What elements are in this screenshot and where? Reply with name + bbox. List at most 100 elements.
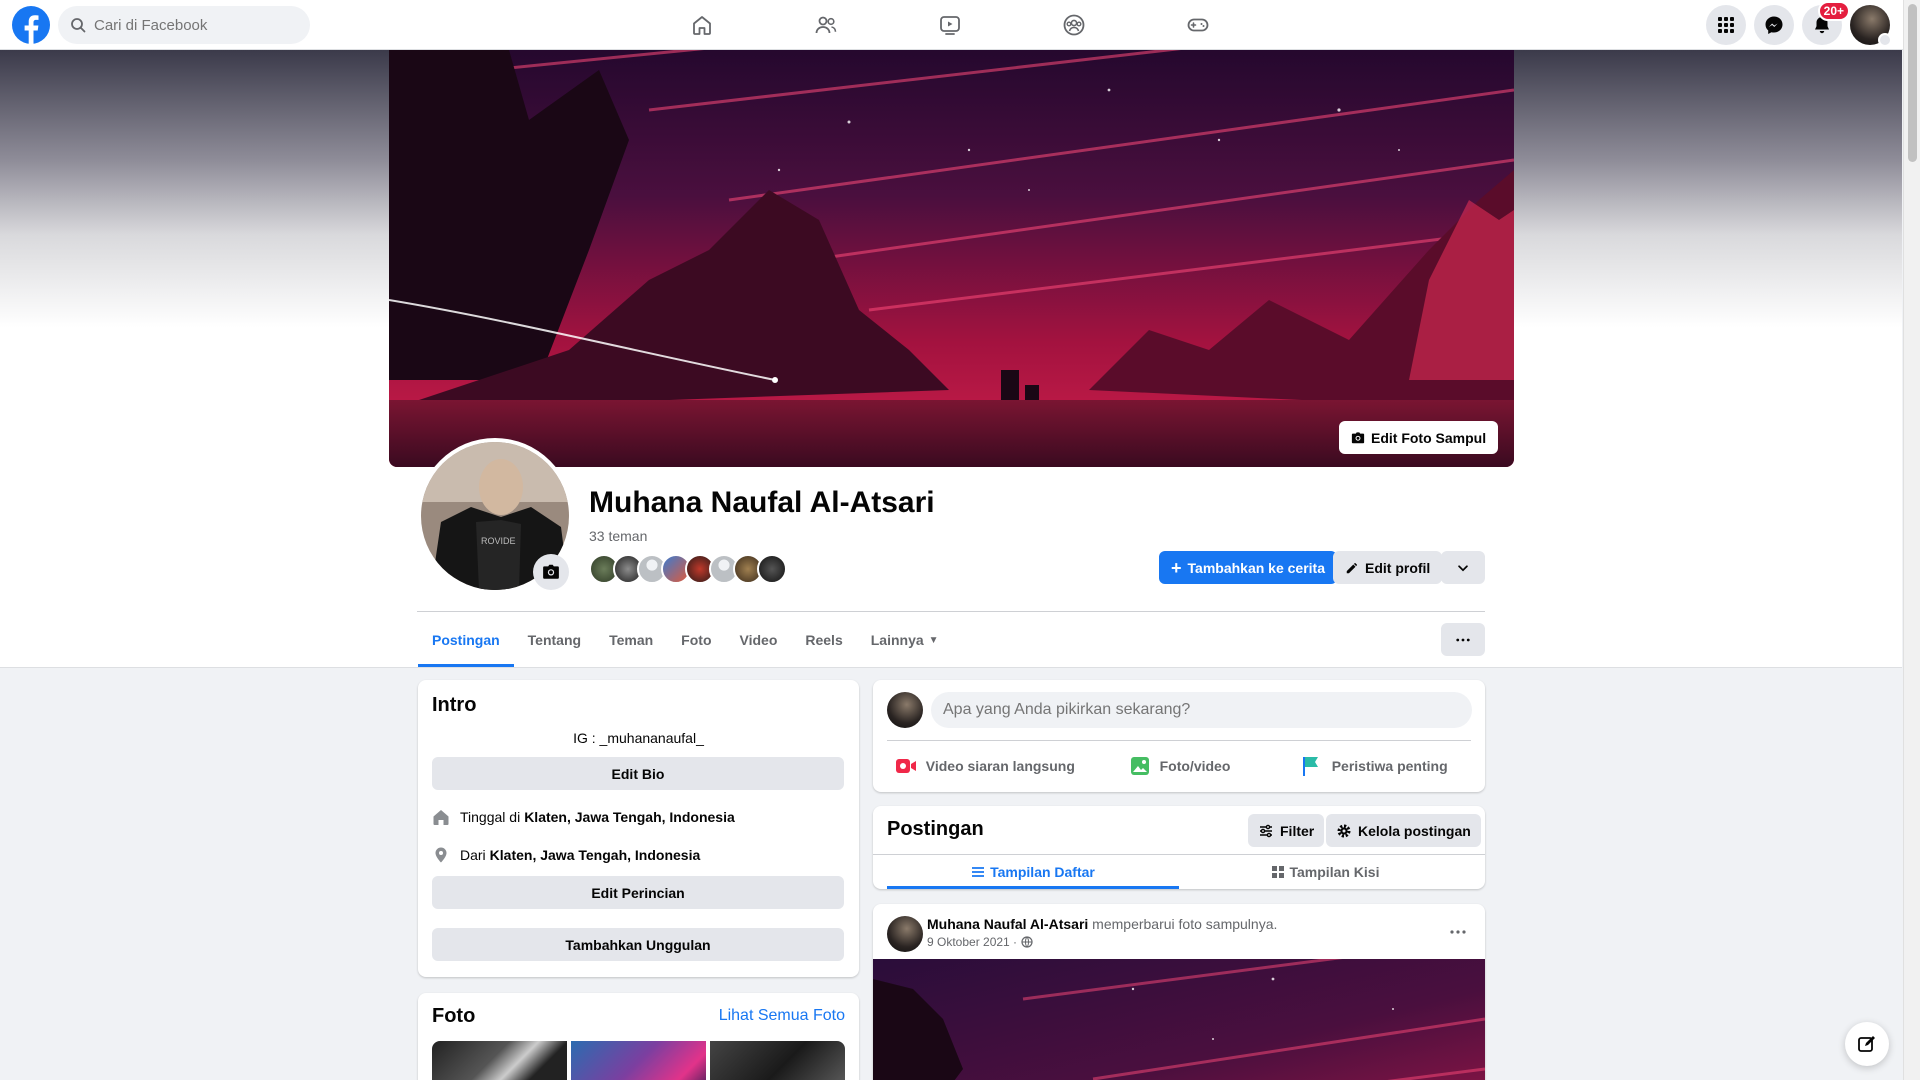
tab-postingan[interactable]: Postingan: [418, 613, 514, 667]
photo-grid: [432, 1041, 845, 1080]
friends-icon: [815, 16, 837, 34]
cover-photo[interactable]: [389, 50, 1514, 467]
live-video-icon: [895, 759, 916, 773]
tab-label: Postingan: [432, 632, 500, 648]
tab-teman[interactable]: Teman: [595, 613, 667, 667]
tab-label: Video: [739, 632, 778, 648]
tab-label: Foto: [681, 632, 712, 648]
messenger-button[interactable]: [1754, 5, 1794, 45]
lives-place-link[interactable]: Klaten, Jawa Tengah, Indonesia: [524, 809, 735, 825]
tab-label: Teman: [609, 632, 654, 648]
post-image[interactable]: [873, 959, 1485, 1080]
intro-card: Intro IG : _muhananaufal_ Edit Bio Tingg…: [418, 680, 859, 977]
photo-video-label: Foto/video: [1159, 758, 1231, 774]
pencil-icon: [1346, 562, 1357, 573]
post-header: Muhana Naufal Al-Atsari memperbarui foto…: [927, 916, 1277, 932]
user-avatar[interactable]: [887, 692, 923, 728]
camera-icon: [1351, 431, 1365, 443]
friend-avatar[interactable]: [757, 554, 787, 584]
filter-label: Filter: [1280, 822, 1315, 839]
grid-view-icon: [1271, 866, 1284, 878]
info-lives-in: Tinggal di Klaten, Jawa Tengah, Indonesi…: [432, 808, 735, 826]
edit-bio-button[interactable]: Edit Bio: [432, 757, 844, 790]
post-composer: Video siaran langsung Foto/video Peristi…: [873, 680, 1485, 792]
compose-icon: [1858, 1036, 1875, 1052]
post-options-button[interactable]: [1443, 920, 1473, 944]
profile-options-button[interactable]: [1441, 551, 1485, 584]
top-navigation-bar: 20+: [0, 0, 1920, 50]
from-place-link[interactable]: Klaten, Jawa Tengah, Indonesia: [490, 847, 701, 863]
tab-foto[interactable]: Foto: [667, 613, 725, 667]
tab-label: Tentang: [527, 632, 582, 648]
update-profile-picture-button[interactable]: [533, 554, 569, 590]
divider: [417, 611, 1485, 612]
search-input[interactable]: [94, 16, 294, 34]
menu-button[interactable]: [1706, 5, 1746, 45]
nav-gaming[interactable]: [1136, 0, 1260, 50]
notifications-button[interactable]: 20+: [1802, 1, 1850, 45]
more-dots-icon: [1456, 638, 1470, 641]
nav-watch[interactable]: [888, 0, 1012, 50]
nav-groups[interactable]: [1012, 0, 1136, 50]
posts-title: Postingan: [887, 818, 984, 840]
tab-lainnya[interactable]: Lainnya ▼: [857, 613, 953, 667]
home-icon: [693, 16, 711, 35]
search-box[interactable]: [58, 6, 310, 44]
add-featured-button[interactable]: Tambahkan Unggulan: [432, 928, 844, 961]
tab-video[interactable]: Video: [726, 613, 792, 667]
new-message-button[interactable]: [1845, 1022, 1889, 1066]
page-scrollbar[interactable]: [1903, 0, 1920, 1080]
search-icon: [71, 18, 86, 33]
nav-home[interactable]: [640, 0, 764, 50]
grid-view-tab[interactable]: Tampilan Kisi: [1179, 855, 1471, 889]
list-icon: [972, 867, 985, 877]
main-nav: [640, 0, 1260, 50]
chevron-down-icon: [1458, 564, 1468, 571]
tab-reels[interactable]: Reels: [791, 613, 856, 667]
edit-details-button[interactable]: Edit Perincian: [432, 876, 844, 909]
grid-menu-icon: [1718, 17, 1734, 33]
photo-thumbnail[interactable]: [710, 1041, 845, 1080]
more-options-button[interactable]: [1441, 623, 1485, 656]
friend-count[interactable]: 33 teman: [589, 528, 647, 544]
post-author-link[interactable]: Muhana Naufal Al-Atsari: [927, 916, 1088, 932]
add-to-story-button[interactable]: + Tambahkan ke cerita: [1159, 551, 1337, 584]
edit-cover-photo-button[interactable]: Edit Foto Sampul: [1339, 421, 1499, 454]
posts-header-card: Postingan Filter Kelola postingan Tampil…: [873, 806, 1485, 889]
see-all-photos-link[interactable]: Lihat Semua Foto: [719, 1007, 845, 1025]
photo-video-button[interactable]: Foto/video: [1082, 746, 1277, 786]
friend-avatar-stack: [589, 554, 787, 584]
view-toggle: Tampilan Daftar Tampilan Kisi: [887, 855, 1471, 889]
list-view-tab[interactable]: Tampilan Daftar: [887, 855, 1179, 889]
profile-name: Muhana Naufal Al-Atsari: [589, 486, 935, 519]
camera-icon: [543, 564, 559, 579]
facebook-logo-icon[interactable]: [12, 6, 50, 44]
nav-friends[interactable]: [764, 0, 888, 50]
filter-button[interactable]: Filter: [1248, 814, 1325, 847]
photos-card: Foto Lihat Semua Foto: [418, 993, 859, 1080]
tab-tentang[interactable]: Tentang: [514, 613, 595, 667]
cover-image: [389, 50, 1514, 467]
chevron-down-icon: [1878, 33, 1892, 47]
life-event-button[interactable]: Peristiwa penting: [1276, 746, 1471, 786]
intro-title: Intro: [432, 694, 477, 716]
plus-icon: +: [1171, 557, 1182, 578]
globe-icon: [1021, 936, 1033, 948]
live-video-button[interactable]: Video siaran langsung: [887, 746, 1082, 786]
post-date[interactable]: 9 Oktober 2021 ·: [927, 935, 1017, 949]
post-author-avatar[interactable]: [887, 916, 923, 952]
photo-thumbnail[interactable]: [571, 1041, 706, 1080]
edit-profile-button[interactable]: Edit profil: [1333, 551, 1443, 584]
gaming-icon: [1187, 18, 1209, 32]
lives-prefix: Tinggal di: [460, 809, 521, 825]
manage-posts-button[interactable]: Kelola postingan: [1326, 814, 1481, 847]
whats-on-your-mind-input[interactable]: [931, 692, 1472, 728]
life-event-label: Peristiwa penting: [1331, 758, 1448, 774]
scrollbar-thumb[interactable]: [1908, 4, 1917, 162]
photo-thumbnail[interactable]: [432, 1041, 567, 1080]
tab-label: Reels: [805, 632, 843, 648]
info-from: Dari Klaten, Jawa Tengah, Indonesia: [432, 846, 700, 864]
caret-down-icon: ▼: [928, 634, 939, 646]
account-avatar[interactable]: [1850, 5, 1892, 47]
filter-icon: [1260, 824, 1272, 837]
